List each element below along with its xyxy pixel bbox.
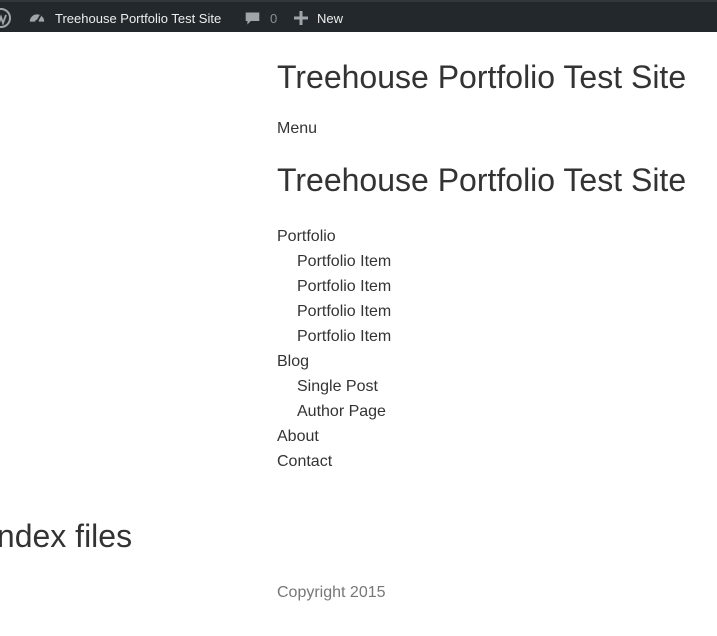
nav-site-title[interactable]: Treehouse Portfolio Test Site <box>277 161 686 199</box>
new-label: New <box>317 10 344 26</box>
nav-item-blog[interactable]: Blog <box>277 349 391 374</box>
wordpress-logo-icon <box>0 8 11 28</box>
admin-bar: Treehouse Portfolio Test Site 0 New <box>0 0 717 32</box>
plus-icon <box>294 11 308 25</box>
nav-item-author-page[interactable]: Author Page <box>277 399 391 424</box>
nav-item-contact[interactable]: Contact <box>277 449 391 474</box>
primary-nav: Portfolio Portfolio Item Portfolio Item … <box>277 224 391 474</box>
nav-item-portfolio[interactable]: Portfolio <box>277 224 391 249</box>
site-name-link[interactable]: Treehouse Portfolio Test Site <box>28 2 221 34</box>
page-heading: Index files <box>0 518 133 554</box>
footer-copyright: Copyright 2015 <box>277 584 386 601</box>
nav-item-about[interactable]: About <box>277 424 391 449</box>
nav-item-portfolio-item[interactable]: Portfolio Item <box>277 324 391 349</box>
nav-item-portfolio-item[interactable]: Portfolio Item <box>277 249 391 274</box>
dashboard-icon <box>28 9 46 27</box>
nav-item-portfolio-item[interactable]: Portfolio Item <box>277 274 391 299</box>
menu-toggle-button[interactable]: Menu <box>277 119 317 139</box>
nav-item-single-post[interactable]: Single Post <box>277 374 391 399</box>
comments-link[interactable]: 0 <box>244 2 277 34</box>
comments-count: 0 <box>270 10 278 26</box>
site-name-label: Treehouse Portfolio Test Site <box>55 10 222 26</box>
site-title[interactable]: Treehouse Portfolio Test Site <box>277 58 686 96</box>
new-content-menu[interactable]: New <box>294 2 343 34</box>
comment-bubble-icon <box>244 10 261 27</box>
wordpress-menu[interactable] <box>0 2 11 34</box>
nav-item-portfolio-item[interactable]: Portfolio Item <box>277 299 391 324</box>
